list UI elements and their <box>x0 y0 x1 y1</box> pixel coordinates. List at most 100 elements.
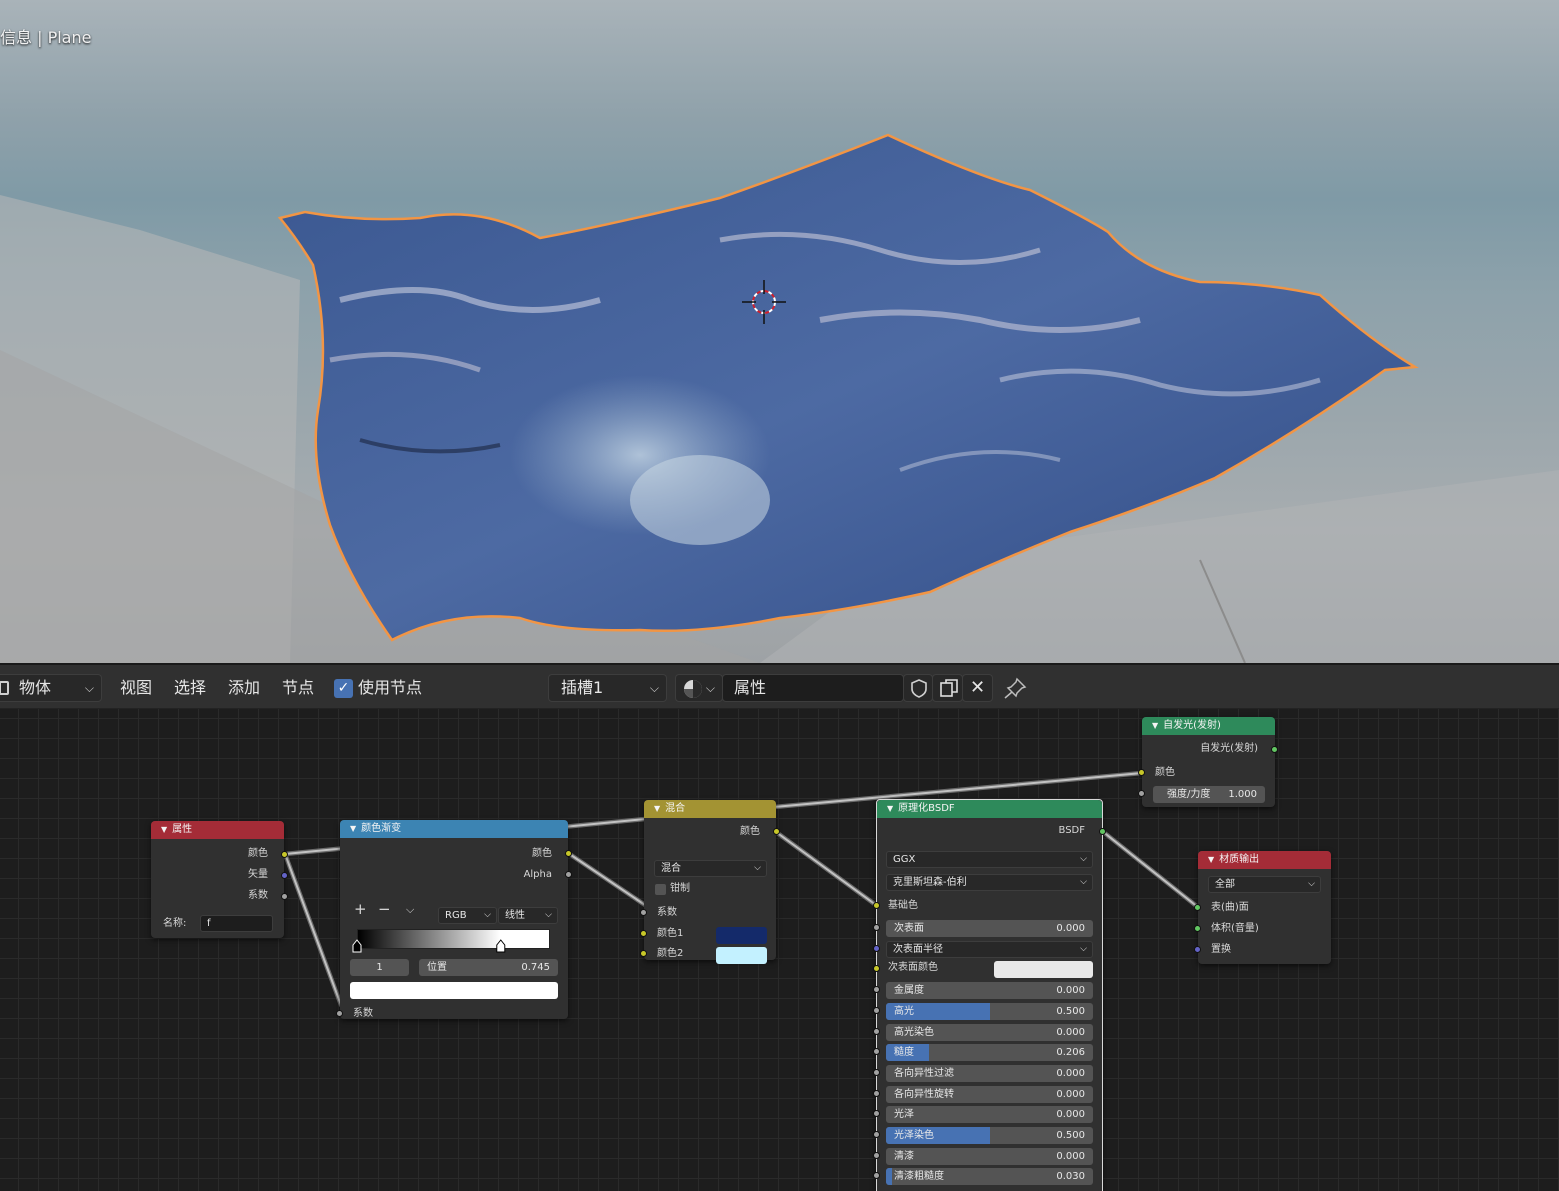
collapse-triangle-icon[interactable]: ▼ <box>887 804 893 813</box>
collapse-triangle-icon[interactable]: ▼ <box>350 824 356 833</box>
color-input-socket[interactable] <box>1138 769 1145 776</box>
surface-input-socket[interactable] <box>1194 904 1201 911</box>
volume-input-socket[interactable] <box>1194 925 1201 932</box>
emission-node[interactable]: ▼ 自发光(发射) 自发光(发射) 颜色 强度/力度 1.000 <box>1138 717 1278 807</box>
param-input-socket[interactable] <box>873 1131 880 1138</box>
bsdf-output-socket[interactable] <box>1099 828 1106 835</box>
strength-field[interactable]: 强度/力度 1.000 <box>1153 786 1265 803</box>
blend-mode-dropdown[interactable]: 混合 ⌵ <box>654 860 767 877</box>
param-input-socket[interactable] <box>873 1006 880 1014</box>
param-input-socket[interactable] <box>873 965 880 973</box>
menu-node[interactable]: 节点 <box>282 674 314 702</box>
object-mode-dropdown[interactable]: 物体 ⌵ <box>0 674 102 702</box>
emission-node-header[interactable]: ▼ 自发光(发射) <box>1142 717 1275 735</box>
principled-bsdf-node[interactable]: ▼ 原理化BSDF BSDF GGX ⌵ 克里斯坦森-伯利 ⌵ 基础色 次表面 0.00… <box>873 799 1106 1191</box>
distribution-dropdown[interactable]: GGX ⌵ <box>886 851 1093 868</box>
param-input-socket[interactable] <box>873 1027 880 1035</box>
emission-output-socket[interactable] <box>1271 746 1278 753</box>
param-input-socket[interactable] <box>873 1172 880 1180</box>
fac-input-socket[interactable] <box>336 1010 343 1017</box>
use-nodes-toggle[interactable]: ✓ 使用节点 <box>334 674 422 702</box>
ramp-stop-markers[interactable] <box>352 939 555 953</box>
param-input-socket[interactable] <box>873 1068 880 1076</box>
param-slider-5[interactable]: 高光染色 0.000 <box>886 1023 1093 1041</box>
param-slider-6[interactable]: 糙度 0.206 <box>886 1044 1093 1062</box>
displacement-input-socket[interactable] <box>1194 946 1201 953</box>
base-color-input-socket[interactable] <box>873 902 880 909</box>
subsurface-radius-dropdown[interactable]: 次表面半径 ⌵ <box>886 940 1093 958</box>
mix-node-header[interactable]: ▼ 混合 <box>644 800 776 818</box>
color2-input-socket[interactable] <box>640 950 647 957</box>
ramp-stop-0[interactable] <box>352 939 362 953</box>
param-input-socket[interactable] <box>873 1151 880 1159</box>
collapse-triangle-icon[interactable]: ▼ <box>654 804 660 813</box>
color-output-socket[interactable] <box>281 851 288 858</box>
param-slider-7[interactable]: 各向异性过滤 0.000 <box>886 1064 1093 1082</box>
3d-viewport[interactable]: 信息 | Plane <box>0 0 1559 663</box>
3d-cursor-icon[interactable] <box>742 280 786 324</box>
menu-select[interactable]: 选择 <box>174 674 206 702</box>
param-slider-3[interactable]: 金属度 0.000 <box>886 982 1093 1000</box>
collapse-triangle-icon[interactable]: ▼ <box>161 825 167 834</box>
color2-swatch[interactable] <box>716 947 767 964</box>
stop-position-field[interactable]: 位置 0.745 <box>419 959 558 976</box>
duplicate-material-button[interactable] <box>932 674 963 702</box>
material-slot-dropdown[interactable]: 插槽1 ⌵ <box>548 674 667 702</box>
pin-button[interactable] <box>1003 674 1027 702</box>
color-mode-dropdown[interactable]: RGB ⌵ <box>438 907 497 924</box>
clamp-checkbox[interactable] <box>655 884 666 895</box>
param-input-socket[interactable] <box>873 986 880 994</box>
output-label: 颜色 <box>532 848 552 859</box>
material-output-node[interactable]: ▼ 材质输出 全部 ⌵ 表(曲)面 体积(音量) 置换 <box>1194 851 1331 964</box>
node-editor[interactable]: ▼ 属性 颜色 矢量 系数 名称: f ▼ 颜色渐变 颜色 Alpha + − ⌵ … <box>0 709 1559 1191</box>
menu-add[interactable]: 添加 <box>228 674 260 702</box>
param-input-socket[interactable] <box>873 1048 880 1056</box>
interpolation-dropdown[interactable]: 线性 ⌵ <box>498 907 558 924</box>
colorramp-node-header[interactable]: ▼ 颜色渐变 <box>340 820 568 838</box>
param-slider-9[interactable]: 光泽 0.000 <box>886 1106 1093 1124</box>
param-slider-8[interactable]: 各向异性旋转 0.000 <box>886 1085 1093 1103</box>
color1-input-socket[interactable] <box>640 930 647 937</box>
checkbox-checked-icon[interactable]: ✓ <box>334 679 353 698</box>
vector-output-socket[interactable] <box>281 872 288 879</box>
color-output-socket[interactable] <box>565 850 572 857</box>
unlink-material-button[interactable]: ✕ <box>962 674 993 702</box>
subsurface-color-swatch[interactable] <box>994 961 1093 979</box>
target-dropdown[interactable]: 全部 ⌵ <box>1208 876 1321 893</box>
material-browse-button[interactable]: ⌵ <box>675 674 723 702</box>
param-input-socket[interactable] <box>873 1089 880 1097</box>
ramp-stop-1[interactable] <box>496 939 506 953</box>
color1-swatch[interactable] <box>716 927 767 944</box>
param-slider-10[interactable]: 光泽染色 0.500 <box>886 1127 1093 1144</box>
fac-output-socket[interactable] <box>281 893 288 900</box>
attribute-name-field[interactable]: f <box>200 915 273 932</box>
remove-stop-button[interactable]: − <box>378 901 391 917</box>
mix-node[interactable]: ▼ 混合 颜色 混合 ⌵ 钳制 系数 颜色1 颜色2 <box>640 800 780 964</box>
attribute-node-header[interactable]: ▼ 属性 <box>151 821 284 839</box>
param-input-socket[interactable] <box>873 1110 880 1118</box>
param-slider-0[interactable]: 次表面 0.000 <box>886 920 1093 937</box>
color-output-socket[interactable] <box>773 828 780 835</box>
param-input-socket[interactable] <box>873 944 880 952</box>
collapse-triangle-icon[interactable]: ▼ <box>1208 855 1214 864</box>
material-name-field[interactable]: 属性 <box>722 674 904 702</box>
add-stop-button[interactable]: + <box>354 901 367 917</box>
strength-input-socket[interactable] <box>1138 790 1145 797</box>
ramp-menu-button[interactable]: ⌵ <box>406 902 414 918</box>
colorramp-node[interactable]: ▼ 颜色渐变 颜色 Alpha + − ⌵ RGB ⌵ 线性 ⌵ 1 位置 0.745 … <box>336 820 572 1019</box>
alpha-output-socket[interactable] <box>565 871 572 878</box>
material-output-node-header[interactable]: ▼ 材质输出 <box>1198 851 1331 869</box>
param-slider-11[interactable]: 清漆 0.000 <box>886 1147 1093 1165</box>
bsdf-node-header[interactable]: ▼ 原理化BSDF <box>877 800 1102 818</box>
param-slider-12[interactable]: 清漆粗糙度 0.030 <box>886 1168 1093 1186</box>
param-input-socket[interactable] <box>873 924 880 931</box>
active-stop-index[interactable]: 1 <box>350 959 409 976</box>
stop-color-swatch[interactable] <box>350 982 558 999</box>
menu-view[interactable]: 视图 <box>120 674 152 702</box>
attribute-node[interactable]: ▼ 属性 颜色 矢量 系数 名称: f <box>151 821 288 938</box>
subsurface-method-dropdown[interactable]: 克里斯坦森-伯利 ⌵ <box>886 874 1093 891</box>
collapse-triangle-icon[interactable]: ▼ <box>1152 721 1158 730</box>
fac-input-socket[interactable] <box>640 909 647 916</box>
param-slider-4[interactable]: 高光 0.500 <box>886 1002 1093 1020</box>
fake-user-button[interactable] <box>903 674 933 702</box>
